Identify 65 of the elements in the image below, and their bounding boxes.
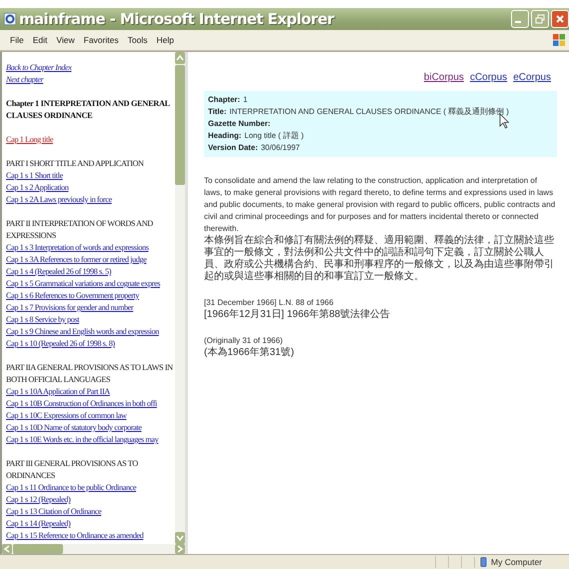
body-text: [31 December 1966] L.N. 88 of 1966 xyxy=(204,297,334,309)
section-link[interactable]: Cap 1 s 8 Service by post xyxy=(6,314,80,326)
section-heading: PART III GENERAL PROVISIONS AS TO ORDINANCES xyxy=(6,458,139,482)
caret-down-icon xyxy=(176,534,184,542)
section-link[interactable]: Cap 1 s 10E Words etc. in the official languages may xyxy=(6,434,158,446)
section-link[interactable]: Cap 1 s 9 Chinese and English words and expression xyxy=(6,326,159,338)
menu-item[interactable]: Help xyxy=(156,35,174,45)
section-link[interactable]: Cap 1 Long title xyxy=(6,134,53,146)
body-text: (本為1966年第31號) xyxy=(204,347,296,359)
menu-item[interactable]: Edit xyxy=(32,35,48,45)
horizontal-scrollbar[interactable] xyxy=(2,544,185,554)
section-link[interactable]: Cap 1 s 10A Application of Part IIA xyxy=(6,386,110,398)
section-heading: PART I SHORT TITLE AND APPLICATION xyxy=(6,158,145,170)
computer-icon xyxy=(479,556,488,568)
section-link[interactable]: Cap 1 s 10 (Repealed 26 of 1998 s. 8) xyxy=(6,338,115,350)
menu-item[interactable]: Tools xyxy=(128,35,148,45)
corpus-link[interactable]: biCorpus xyxy=(424,72,464,83)
section-link[interactable]: Cap 1 s 6 References to Government property xyxy=(6,290,139,302)
section-heading: PART II INTERPRETATION OF WORDS AND EXPRESSIONS xyxy=(6,218,154,242)
section-link[interactable]: Cap 1 s 11 Ordinance to be public Ordinance xyxy=(6,482,136,494)
nav-link[interactable]: Next chapter xyxy=(6,74,44,86)
vertical-scrollbar[interactable] xyxy=(175,52,185,544)
section-link[interactable]: Cap 1 s 10D Name of statutory body corporate xyxy=(6,422,142,434)
section-link[interactable]: Cap 1 s 1 Short title xyxy=(6,170,63,182)
section-link[interactable]: Cap 1 s 10B Construction of Ordinances in both offi xyxy=(6,398,157,410)
section-link[interactable]: Cap 1 s 15 Reference to Ordinance as amended xyxy=(6,530,144,542)
section-link[interactable]: Cap 1 s 3A References to former or retired judge xyxy=(6,254,146,266)
scroll-thumb[interactable] xyxy=(175,65,185,185)
body-text: (Originally 31 of 1966) xyxy=(204,335,284,346)
caret-right-icon xyxy=(176,545,184,553)
section-heading: PART IIA GENERAL PROVISIONS AS TO LAWS IN BOTH OFFICIAL LANGUAGES xyxy=(6,362,174,386)
mouse-pointer-icon xyxy=(499,113,509,129)
maximize-icon xyxy=(535,14,545,24)
section-link[interactable]: Cap 1 s 5 Grammatical variations and cognate expres xyxy=(6,278,160,290)
menu-item[interactable]: View xyxy=(56,35,75,45)
minimize-icon xyxy=(515,21,521,23)
section-link[interactable]: Cap 1 s 2 Application xyxy=(6,182,68,194)
body-text: [1966年12月31日] 1966年第88號法律公告 xyxy=(204,309,392,321)
section-link[interactable]: Cap 1 s 10C Expressions of common law xyxy=(6,410,126,422)
caret-up-icon xyxy=(176,54,184,62)
zone-label: My Computer xyxy=(491,557,542,567)
section-link[interactable]: Cap 1 s 2A Laws previously in force xyxy=(6,194,112,206)
section-link[interactable]: Cap 1 s 13 Citation of Ordinance xyxy=(6,506,102,518)
section-link[interactable]: Cap 1 s 14 (Repealed) xyxy=(6,518,70,530)
windows-logo-icon xyxy=(552,33,566,47)
section-link[interactable]: Cap 1 s 12 (Repealed) xyxy=(6,494,70,506)
corpus-link[interactable]: cCorpus xyxy=(470,72,508,83)
minimize-button[interactable] xyxy=(511,10,529,28)
corpus-link[interactable]: eCorpus xyxy=(513,72,551,83)
body-text: 本條例旨在綜合和修訂有關法例的釋疑、適用範圍、釋義的法律，訂立關於這些事宜的一般條文，對法例和公共文件中的詞語和詞句下定義，訂立關於公職人員、政府或公共機構合約、民事和刑事程序的一般條文，以及為由這些事附帶引起的或與這些事相關的目的和事宜訂立一般條文。 xyxy=(204,235,555,283)
section-link[interactable]: Cap 1 s 7 Provisions for gender and number xyxy=(6,302,134,314)
body-text: To consolidate and amend the law relating to the construction, application and interpretation of laws, to make general provisions with regard thereto, to define terms and expressions used in laws and public documents, to make general provision with regard to public officers, public contracts and civil and criminal proceedings and for purposes and for matters incidental thereto or connected therewith. xyxy=(204,175,556,234)
browser-icon xyxy=(4,13,16,25)
nav-link[interactable]: Back to Chapter Index xyxy=(6,62,72,74)
caret-left-icon xyxy=(3,545,11,553)
chapter-title: Chapter 1 INTERPRETATION AND GENERAL CLAUSES ORDINANCE xyxy=(6,98,171,122)
window-title: mainframe - Microsoft Internet Explorer xyxy=(19,10,334,28)
section-link[interactable]: Cap 1 s 3 Interpretation of words and expressions xyxy=(6,242,148,254)
close-icon xyxy=(555,14,565,24)
menu-item[interactable]: Favorites xyxy=(84,35,119,45)
menu-item[interactable]: File xyxy=(10,35,24,45)
scroll-thumb[interactable] xyxy=(13,544,63,554)
maximize-button[interactable] xyxy=(531,10,549,28)
section-link[interactable]: Cap 1 s 4 (Repealed 26 of 1998 s. 5) xyxy=(6,266,112,278)
close-button[interactable] xyxy=(551,10,569,28)
